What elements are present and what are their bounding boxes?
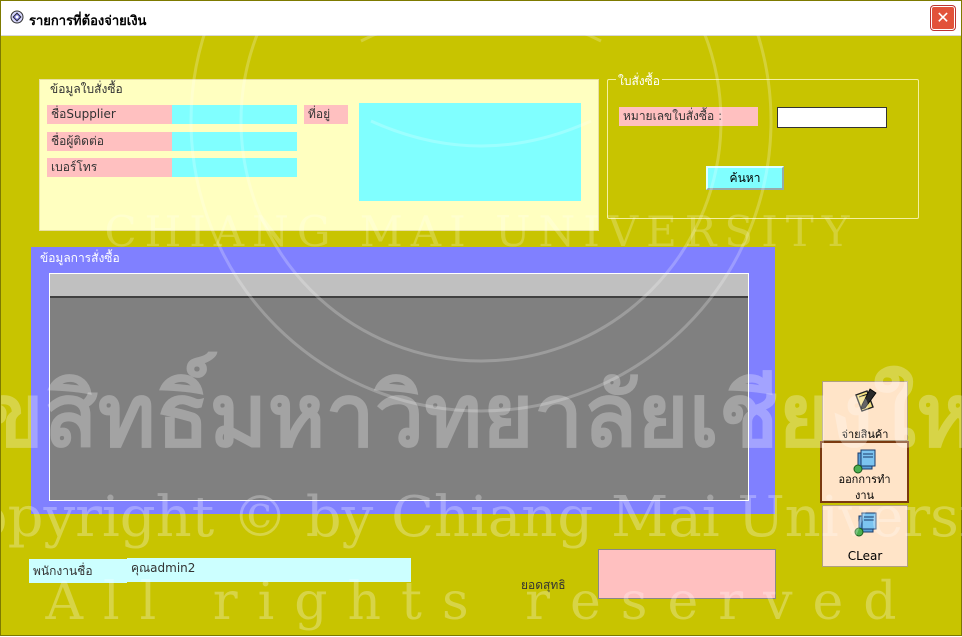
employee-label: พนักงานชื่อ xyxy=(29,559,127,583)
pen-notebook-icon xyxy=(855,388,877,412)
pay-button[interactable]: จ่ายสินค้า xyxy=(822,381,908,441)
clear-server-icon xyxy=(854,512,877,537)
supplier-info-panel: ข้อมูลใบสั่งซื้อ ชื่อSupplier ชื่อผู้ติด… xyxy=(39,79,599,231)
order-details-group-label: ข้อมูลการสั่งซื้อ xyxy=(37,249,123,268)
clear-button-label: CLear xyxy=(847,549,883,563)
total-label: ยอดสุทธิ xyxy=(521,578,566,592)
supplier-name-label: ชื่อSupplier xyxy=(47,105,172,124)
search-button[interactable]: ค้นหา xyxy=(706,166,784,190)
exit-button-label-line2: งาน xyxy=(854,489,875,502)
window-title: รายการที่ต้องจ่ายเงิน xyxy=(29,14,147,29)
contact-name-field[interactable] xyxy=(172,132,297,151)
clear-button[interactable]: CLear xyxy=(822,505,908,567)
supplier-info-group-label: ข้อมูลใบสั่งซื้อ xyxy=(48,80,125,99)
address-label: ที่อยู่ xyxy=(304,105,348,124)
supplier-name-field[interactable] xyxy=(172,105,297,124)
app-icon xyxy=(10,10,24,24)
close-icon[interactable]: ✕ xyxy=(931,6,955,30)
po-number-label: หมายเลขใบสั่งซื้อ : xyxy=(619,107,758,126)
contact-name-label: ชื่อผู้ติดต่อ xyxy=(47,132,172,151)
purchase-order-group-label: ใบสั่งซื้อ xyxy=(616,72,663,91)
phone-label: เบอร์โทร xyxy=(47,158,172,177)
phone-field[interactable] xyxy=(172,158,297,177)
title-bar: รายการที่ต้องจ่ายเงิน ✕ xyxy=(1,1,961,36)
order-details-grid[interactable] xyxy=(49,273,749,501)
purchase-order-group: ใบสั่งซื้อ หมายเลขใบสั่งซื้อ : ค้นหา xyxy=(607,72,919,219)
employee-name-field[interactable]: คุณadmin2 xyxy=(127,558,411,582)
total-value-box xyxy=(598,549,776,599)
grid-header-row xyxy=(50,274,748,298)
address-field[interactable] xyxy=(359,103,581,201)
po-number-input[interactable] xyxy=(777,107,887,128)
order-details-panel: ข้อมูลการสั่งซื้อ xyxy=(31,247,775,514)
exit-button[interactable]: ออกการทำ งาน xyxy=(820,441,909,503)
payment-window: รายการที่ต้องจ่ายเงิน ✕ ข้อมูลใบสั่งซื้อ… xyxy=(0,0,962,636)
